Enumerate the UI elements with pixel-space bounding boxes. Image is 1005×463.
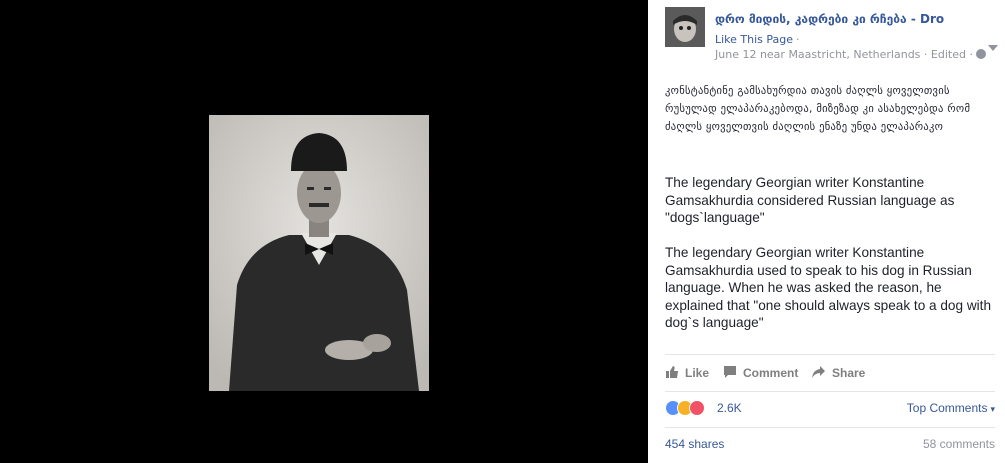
- globe-icon: [975, 49, 986, 59]
- share-button-label: Share: [832, 366, 866, 380]
- post-meta-text: June 12 near Maastricht, Netherlands · E…: [715, 48, 973, 61]
- comments-count[interactable]: 58 comments: [923, 437, 995, 451]
- like-button-label: Like: [685, 366, 710, 380]
- top-comments-label: Top Comments: [906, 401, 988, 415]
- page-name-link[interactable]: დრო მიდის, კადრები კი რჩება - Dro: [715, 12, 944, 26]
- reaction-count[interactable]: 2.6K: [717, 401, 742, 415]
- share-arrow-icon: [811, 365, 826, 382]
- reaction-icons[interactable]: [665, 400, 709, 416]
- comment-button-label: Comment: [743, 366, 799, 380]
- love-reaction-icon: [689, 400, 705, 416]
- shares-link[interactable]: 454 shares: [665, 437, 724, 451]
- like-this-page-row: Like This Page ·: [715, 33, 800, 46]
- post-panel: დრო მიდის, კადრები კი რჩება - Dro Like T…: [648, 0, 1005, 463]
- photo-viewer: [0, 0, 648, 463]
- chevron-down-icon[interactable]: [988, 45, 998, 51]
- reactions-row: 2.6K Top Comments ▾: [665, 398, 995, 418]
- like-button[interactable]: Like: [665, 363, 709, 383]
- divider: [665, 354, 995, 355]
- separator-dot: ·: [796, 33, 800, 46]
- top-comments-dropdown[interactable]: Top Comments ▾: [907, 401, 995, 415]
- post-meta: June 12 near Maastricht, Netherlands · E…: [715, 48, 986, 61]
- comment-button[interactable]: Comment: [723, 363, 798, 383]
- comment-icon: [723, 365, 737, 382]
- divider: [665, 427, 995, 428]
- post-header: დრო მიდის, კადრები კი რჩება - Dro Like T…: [648, 0, 1005, 70]
- post-text-english-2: The legendary Georgian writer Konstantin…: [665, 245, 992, 330]
- share-button[interactable]: Share: [811, 363, 865, 383]
- thumbs-up-icon: [665, 365, 679, 382]
- post-text-georgian: კონსტანტინე გამსახურდია თავის ძაღლს ყოვე…: [665, 85, 971, 133]
- divider: [665, 391, 995, 392]
- post-photo[interactable]: [209, 115, 429, 391]
- page-avatar[interactable]: [665, 7, 705, 47]
- post-actions: Like Comment Share: [665, 363, 995, 383]
- portrait-image: [209, 115, 429, 391]
- post-text-english-1: The legendary Georgian writer Konstantin…: [665, 175, 955, 225]
- caret-down-icon: ▾: [990, 404, 995, 414]
- avatar-image: [665, 7, 705, 47]
- like-this-page-link[interactable]: Like This Page: [715, 33, 793, 46]
